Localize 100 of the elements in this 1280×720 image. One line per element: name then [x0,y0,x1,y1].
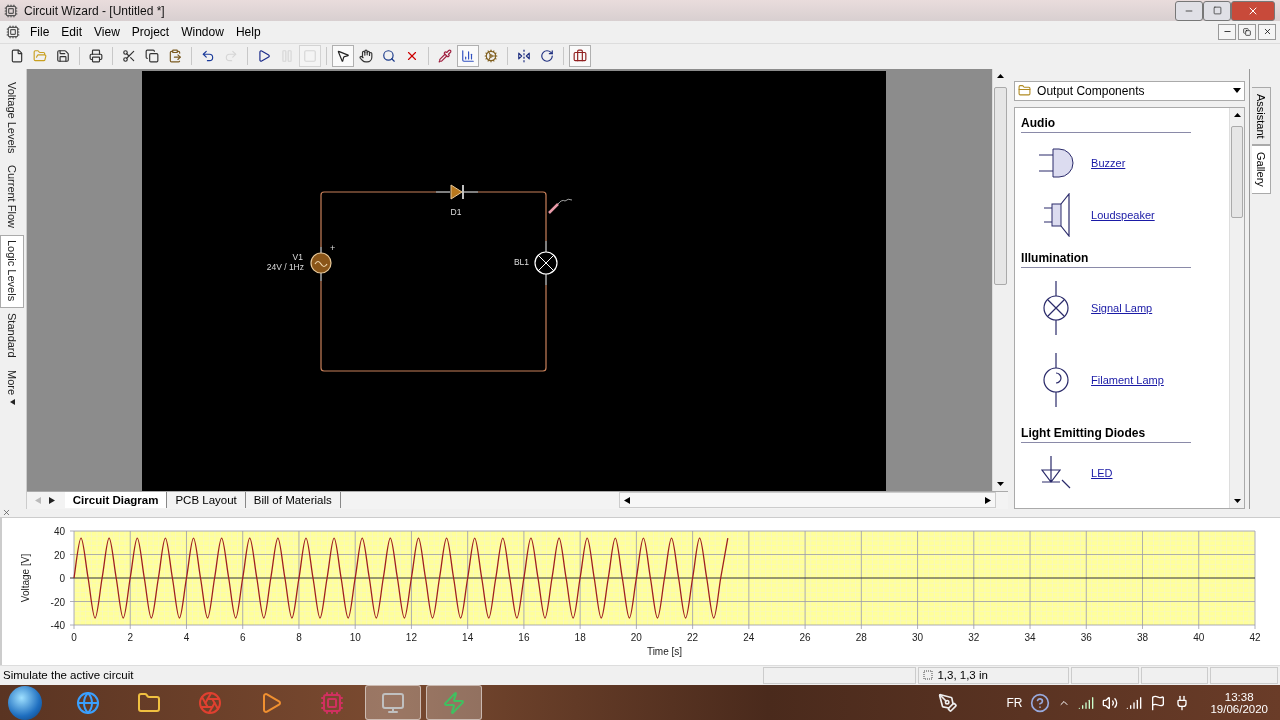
view-tab[interactable]: Voltage Levels [0,76,24,161]
view-tab[interactable]: Standard [0,308,24,365]
start-button[interactable] [8,685,42,720]
tick-label: 16 [518,631,530,643]
scroll-right-icon [985,496,992,504]
undo-icon [201,49,215,64]
save-icon [56,49,70,64]
globe-icon [76,690,100,715]
caret-icon [9,399,15,406]
tick-label: 28 [855,631,867,643]
scrollbar-thumb[interactable] [994,86,1008,285]
menu-item[interactable]: Edit [55,24,89,39]
menu-item[interactable]: Window [175,24,230,39]
restore-button[interactable] [1238,23,1256,40]
probe-icon [438,49,452,64]
section-heading: Illumination [1021,250,1192,268]
chip-icon [320,690,344,715]
toolbox-button[interactable] [569,45,591,68]
app-menu-icon[interactable] [6,24,20,39]
minimize-button[interactable] [1218,23,1236,40]
document-tab[interactable]: Bill of Materials [245,492,341,509]
menu-item[interactable]: File [24,24,56,39]
component-link[interactable]: Filament Lamp [1091,373,1164,386]
component-link[interactable]: LED [1091,466,1113,479]
paste-icon [168,49,182,64]
tick-label: 2 [127,631,133,643]
component-link[interactable]: Buzzer [1091,156,1126,169]
view-tab[interactable]: Logic Levels [0,235,24,309]
ac-source-symbol [310,246,332,282]
component-link[interactable]: Signal Lamp [1091,301,1153,314]
tick-label: 30 [912,631,924,643]
tick-label: 10 [349,631,361,643]
cut-icon [122,49,136,64]
menu-item[interactable]: Help [229,24,267,39]
menu-item[interactable]: View [88,24,126,39]
document-tab[interactable]: Circuit Diagram [64,492,168,509]
tick-label: 40 [53,525,65,537]
monitor-icon [381,690,405,715]
component-link[interactable]: Loudspeaker [1091,208,1155,221]
maximize-button[interactable] [1203,0,1231,21]
folder-icon [1018,84,1032,98]
maximize-icon [1212,6,1222,16]
component-label: V1 [292,251,303,262]
volume-icon[interactable] [1102,694,1119,711]
scroll-right-icon[interactable] [48,496,55,504]
category-dropdown[interactable]: Output Components [1014,80,1246,101]
tick-label: 4 [183,631,190,643]
menu-item[interactable]: Project [125,24,176,39]
signal-icon[interactable] [1078,694,1095,711]
aperture-icon [198,690,222,715]
section-heading: Light Emitting Diodes [1021,425,1192,443]
lamp-symbol [534,240,558,286]
close-button[interactable] [1258,23,1276,40]
side-tab[interactable]: Gallery [1252,145,1272,195]
axis-title: Time [s] [646,645,683,657]
horizontal-scrollbar[interactable] [619,492,997,509]
section-heading: Audio [1021,115,1192,133]
stop-icon [303,49,317,64]
tick-label: 12 [405,631,417,643]
flag-icon[interactable] [1150,694,1167,711]
wire [477,191,547,242]
side-tab[interactable]: Assistant [1252,86,1272,146]
tick-label: 20 [630,631,642,643]
scrollbar-thumb[interactable] [1231,125,1244,218]
buzzer-symbol [1038,147,1075,178]
window-title: Circuit Wizard - [Untitled *] [24,3,166,18]
rotate-icon [540,49,554,64]
tick-label: 26 [799,631,811,643]
tick-label: 24 [743,631,755,643]
document-tab[interactable]: PCB Layout [167,492,246,509]
axis-title: Voltage [V] [20,553,31,602]
component-label: BL1 [513,256,529,267]
help-icon[interactable] [1030,692,1051,713]
tick-label: 42 [1249,631,1261,643]
view-tab[interactable]: Current Flow [0,160,24,236]
graph-button[interactable] [457,45,479,68]
tick-label: 34 [1024,631,1036,643]
tick-label: 8 [296,631,302,643]
pointer-button[interactable] [332,45,354,68]
cursor-position-icon [923,670,934,681]
toolbox-icon [573,49,587,64]
minimize-button[interactable] [1175,0,1203,21]
pen-icon[interactable] [938,692,959,713]
new-file-icon [10,49,24,64]
signal-icon[interactable] [1126,694,1143,711]
tick-label: 22 [687,631,699,643]
close-icon [1262,27,1272,37]
status-panel [1140,666,1209,684]
tick-label: 0 [71,631,77,643]
app-icon [4,3,18,18]
copy-icon [145,49,159,64]
lightning-icon [442,690,466,715]
filament-lamp-symbol [1043,351,1070,408]
tick-label: -20 [50,596,65,608]
tick-label: 32 [968,631,980,643]
close-icon[interactable] [2,508,11,518]
view-tab[interactable]: More [0,365,24,413]
language-indicator[interactable]: FR [1006,695,1023,710]
clock[interactable]: 13:38 19/06/2020 [1210,690,1268,715]
status-message: Simulate the active circuit [2,669,135,682]
